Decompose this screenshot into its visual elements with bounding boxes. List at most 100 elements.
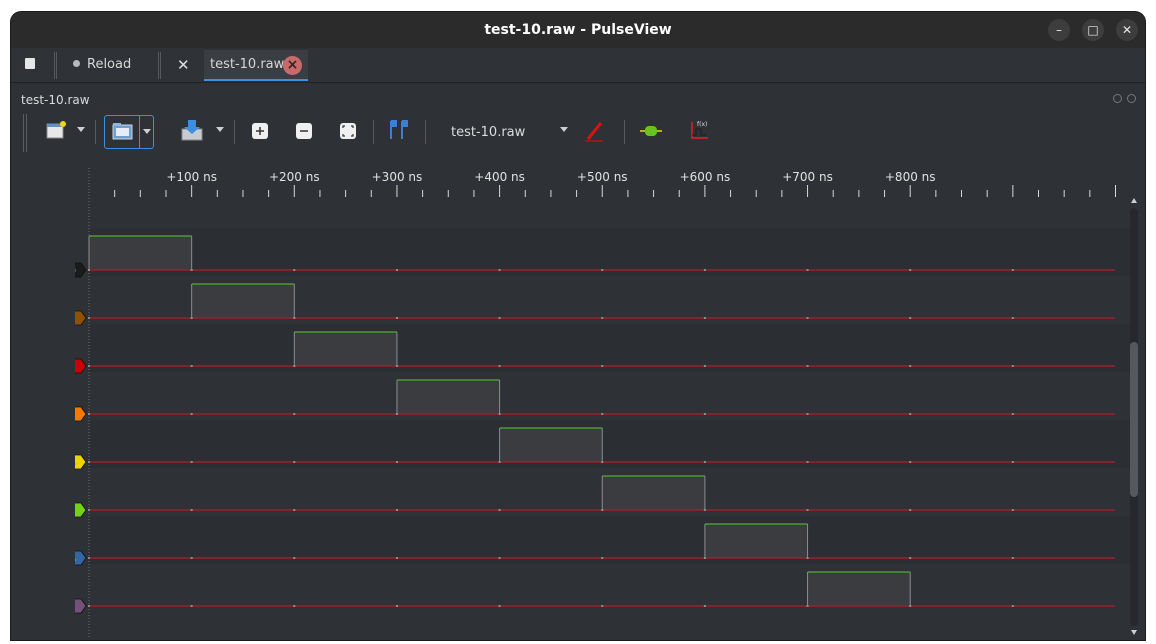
channel-1-label: 1	[75, 313, 76, 326]
dock-title: test-10.raw	[21, 93, 90, 107]
dock-close-icon[interactable]	[1127, 94, 1136, 103]
channel-1-badge[interactable]	[62, 310, 87, 326]
scroll-up-arrow-icon[interactable]	[1131, 198, 1137, 203]
sample-marker	[703, 365, 706, 367]
sample-marker	[88, 413, 90, 415]
sample-marker	[703, 509, 706, 511]
add-decoder-button[interactable]	[637, 117, 665, 145]
sample-marker	[1011, 365, 1014, 367]
configure-device-button[interactable]	[581, 117, 609, 145]
minimize-button[interactable]: –	[1048, 19, 1070, 41]
settings-tools-icon[interactable]: ✕	[177, 56, 190, 74]
ruler-label: +500 ns	[577, 170, 628, 184]
new-view-dropdown-icon[interactable]	[77, 127, 85, 132]
channel-headers[interactable]: 0 1 2 3 4 5 6 7	[46, 170, 87, 614]
close-window-button[interactable]: ✕	[1116, 19, 1138, 41]
scroll-down-arrow-icon[interactable]	[1131, 630, 1137, 635]
sample-marker	[190, 269, 193, 271]
save-button[interactable]	[178, 117, 206, 145]
session-dock: test-10.raw test-10.raw f(x) +100 ns +20…	[11, 83, 1145, 640]
zoom-in-button[interactable]	[247, 117, 275, 145]
toolbar-separator	[95, 120, 96, 144]
maximize-button[interactable]: □	[1082, 19, 1104, 41]
channel-5-badge[interactable]	[62, 502, 87, 518]
sample-marker	[498, 317, 501, 319]
new-view-button[interactable]	[43, 117, 71, 145]
channel-6-label: 6	[75, 553, 76, 566]
sample-marker	[909, 605, 912, 607]
device-selector[interactable]: test-10.raw	[451, 125, 525, 140]
sample-marker	[909, 269, 912, 271]
trace-view[interactable]: +100 ns +200 ns +300 ns +400 ns +500 ns +600 …	[46, 156, 1143, 638]
sample-marker	[601, 269, 604, 271]
channel-3-badge[interactable]	[62, 406, 87, 422]
zoom-in-icon	[252, 123, 268, 139]
toolbar-separator	[234, 120, 235, 144]
open-dropdown-icon[interactable]	[143, 129, 151, 134]
ruler-label: +300 ns	[372, 170, 423, 184]
sample-marker	[1011, 413, 1014, 415]
device-dropdown-icon[interactable]	[560, 127, 568, 132]
zoom-fit-button[interactable]	[335, 117, 363, 145]
reload-label: Reload	[87, 57, 132, 72]
channel-4-badge[interactable]	[62, 454, 87, 470]
row-band	[89, 516, 1134, 564]
cursor-button[interactable]	[385, 117, 413, 145]
channel-3-label: 3	[75, 409, 76, 422]
row-band	[89, 420, 1134, 468]
ruler-label: +200 ns	[269, 170, 320, 184]
tab-session[interactable]: test-10.raw ×	[204, 50, 308, 81]
channel-7-label: 7	[75, 601, 76, 614]
row-backgrounds	[88, 168, 1134, 638]
scroll-thumb[interactable]	[1130, 342, 1138, 497]
sample-marker	[190, 509, 193, 511]
sample-marker	[190, 461, 193, 463]
sample-marker	[1011, 317, 1014, 319]
sample-marker	[806, 365, 809, 367]
sample-marker	[601, 461, 604, 463]
sample-marker	[498, 557, 501, 559]
sample-marker	[293, 557, 296, 559]
pulse-fill	[499, 428, 603, 462]
app-window: test-10.raw - PulseView – □ ✕ Reload ✕ t…	[11, 12, 1145, 640]
probe-icon	[585, 122, 603, 142]
sample-marker	[1011, 557, 1014, 559]
sample-marker	[395, 413, 398, 415]
math-channel-button[interactable]: f(x)	[686, 117, 714, 145]
zoom-out-button[interactable]	[291, 117, 319, 145]
sample-marker	[293, 269, 296, 271]
waveform-canvas[interactable]: +100 ns +200 ns +300 ns +400 ns +500 ns +600 …	[46, 156, 1143, 638]
sample-marker	[601, 557, 604, 559]
sample-marker	[1011, 461, 1014, 463]
toolbar-separator	[373, 120, 374, 144]
sample-marker	[806, 269, 809, 271]
sample-marker	[909, 413, 912, 415]
new-session-icon[interactable]	[25, 58, 35, 69]
save-dropdown-icon[interactable]	[216, 127, 224, 132]
title-bar: test-10.raw - PulseView – □ ✕	[11, 12, 1145, 48]
main-toolbar: test-10.raw f(x)	[23, 112, 1137, 154]
sample-marker	[703, 413, 706, 415]
pulse-fill	[602, 476, 705, 510]
time-ruler[interactable]: +100 ns +200 ns +300 ns +400 ns +500 ns +600 …	[114, 170, 1116, 197]
ruler-label: +100 ns	[166, 170, 217, 184]
sample-marker	[601, 365, 604, 367]
channel-7-badge[interactable]	[62, 598, 87, 614]
reload-button[interactable]: Reload	[73, 57, 131, 72]
sample-marker	[190, 317, 193, 319]
sample-marker	[88, 509, 90, 511]
sample-marker	[190, 413, 193, 415]
open-button[interactable]	[104, 115, 154, 149]
sample-marker	[806, 509, 809, 511]
close-tab-icon[interactable]: ×	[283, 56, 302, 75]
vertical-scrollbar[interactable]	[1130, 198, 1138, 635]
channel-2-badge[interactable]	[62, 358, 87, 374]
sample-marker	[498, 269, 501, 271]
dock-float-icon[interactable]	[1113, 94, 1122, 103]
channel-5-label: 5	[75, 505, 76, 518]
channel-0-badge[interactable]	[62, 262, 87, 278]
channel-6-badge[interactable]	[62, 550, 87, 566]
tab-separator	[158, 52, 161, 79]
sample-marker	[395, 557, 398, 559]
sample-marker	[293, 317, 296, 319]
